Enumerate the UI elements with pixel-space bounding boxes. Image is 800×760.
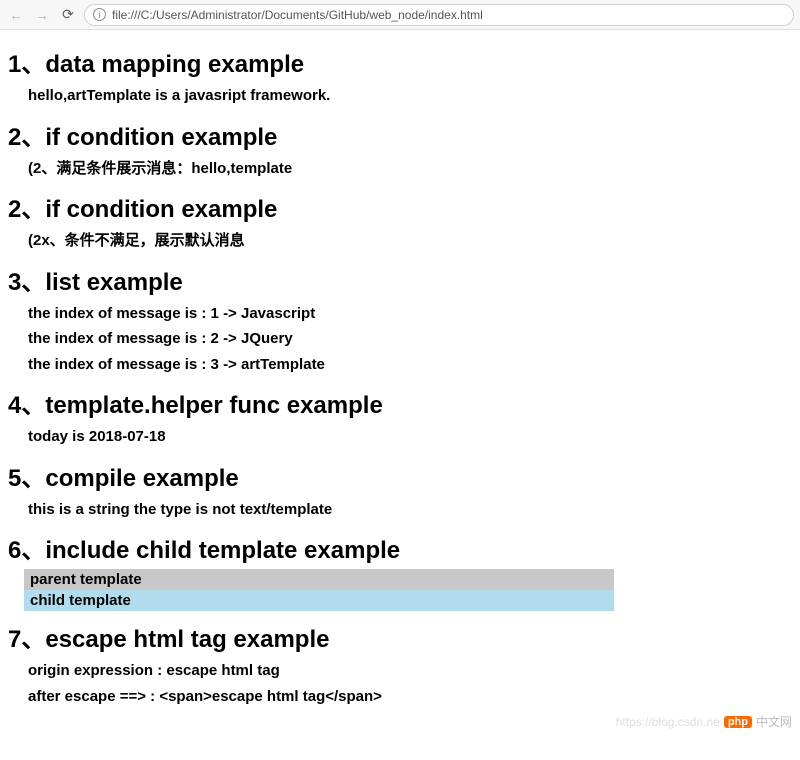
watermark: https://blog.csdn.ne php 中文网 xyxy=(616,713,792,730)
text-2a-1: (2、满足条件展示消息：hello,template xyxy=(28,156,792,182)
heading-2a: 2、if condition example xyxy=(8,117,792,152)
text-3-1: the index of message is : 1 -> Javascrip… xyxy=(28,301,792,327)
reload-icon[interactable]: ⟳ xyxy=(58,5,78,25)
address-bar[interactable]: i file:///C:/Users/Administrator/Documen… xyxy=(84,4,794,26)
text-2b-1: (2x、条件不满足，展示默认消息 xyxy=(28,228,792,254)
text-3-3: the index of message is : 3 -> artTempla… xyxy=(28,352,792,378)
back-icon[interactable]: ← xyxy=(6,5,26,25)
browser-toolbar: ← → ⟳ i file:///C:/Users/Administrator/D… xyxy=(0,0,800,30)
child-template-bar: child template xyxy=(24,590,614,611)
page-content: 1、data mapping example hello,artTemplate… xyxy=(0,30,800,709)
text-1-1: hello,artTemplate is a javasript framewo… xyxy=(28,83,792,109)
text-7-1: origin expression : escape html tag xyxy=(28,658,792,684)
watermark-cn: 中文网 xyxy=(756,713,792,730)
heading-1: 1、data mapping example xyxy=(8,44,792,79)
heading-4: 4、template.helper func example xyxy=(8,385,792,420)
template-box: parent template child template xyxy=(24,569,614,611)
heading-2b: 2、if condition example xyxy=(8,189,792,224)
parent-template-bar: parent template xyxy=(24,569,614,590)
text-4-1: today is 2018-07-18 xyxy=(28,424,792,450)
heading-3: 3、list example xyxy=(8,262,792,297)
forward-icon[interactable]: → xyxy=(32,5,52,25)
heading-7: 7、escape html tag example xyxy=(8,619,792,654)
info-icon[interactable]: i xyxy=(93,8,106,21)
heading-5: 5、compile example xyxy=(8,458,792,493)
text-3-2: the index of message is : 2 -> JQuery xyxy=(28,326,792,352)
text-7-2: after escape ==> : <span>escape html tag… xyxy=(28,684,792,710)
text-5-1: this is a string the type is not text/te… xyxy=(28,497,792,523)
url-text: file:///C:/Users/Administrator/Documents… xyxy=(112,8,483,22)
heading-6: 6、include child template example xyxy=(8,530,792,565)
watermark-badge: php xyxy=(724,716,752,728)
watermark-url: https://blog.csdn.ne xyxy=(616,715,720,729)
